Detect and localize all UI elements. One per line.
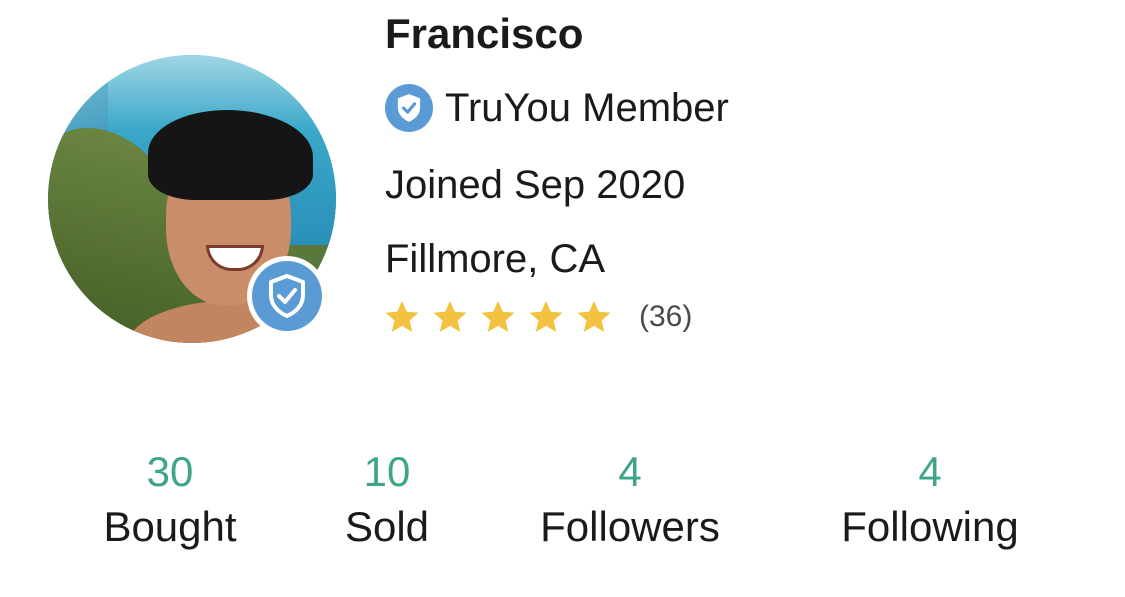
location: Fillmore, CA: [385, 237, 606, 281]
avatar-container[interactable]: [48, 55, 336, 343]
stat-bought-label: Bought: [103, 503, 237, 550]
truyou-member-row[interactable]: TruYou Member: [385, 84, 729, 132]
stat-following-value: 4: [918, 448, 942, 495]
star-icon: [529, 300, 563, 333]
stat-followers-label: Followers: [540, 503, 720, 550]
star-icon: [577, 300, 611, 333]
shield-check-icon: [385, 84, 433, 132]
verified-badge: [247, 256, 327, 336]
joined-date: Joined Sep 2020: [385, 163, 686, 207]
stat-bought-value: 30: [146, 448, 194, 495]
stat-followers-value: 4: [618, 448, 642, 495]
avatar-hair: [148, 110, 313, 200]
star-icon: [481, 300, 515, 333]
rating-count: (36): [639, 300, 693, 333]
stat-bought[interactable]: 30 Bought: [70, 446, 270, 556]
shield-check-icon: [252, 261, 322, 331]
star-icon: [433, 300, 467, 333]
profile-name: Francisco: [385, 10, 584, 57]
stat-sold-value: 10: [363, 448, 411, 495]
member-label: TruYou Member: [445, 85, 729, 130]
stat-sold[interactable]: 10 Sold: [287, 446, 487, 556]
stat-sold-label: Sold: [344, 503, 430, 550]
rating-row[interactable]: (36): [383, 298, 692, 336]
stat-followers[interactable]: 4 Followers: [510, 446, 750, 556]
stat-following-label: Following: [841, 503, 1019, 550]
stat-following[interactable]: 4 Following: [810, 446, 1050, 556]
star-icon: [385, 300, 419, 333]
